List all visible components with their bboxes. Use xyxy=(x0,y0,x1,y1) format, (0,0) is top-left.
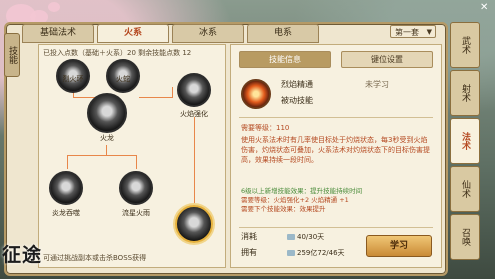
connector-line xyxy=(67,155,137,156)
skill-detail: 技能信息 键位设置 烈焰精通 被动技能 未学习 需要等级：110 使用火系法术时… xyxy=(230,44,442,268)
effect-line: 需要下个技能效果：效果提升 xyxy=(241,205,326,213)
skill-effects: 6级以上新增技能效果：提升技能持续时间 需要等级：火焰强化+2 火焰精通 +1 … xyxy=(241,187,436,214)
points-summary: 已投入点数（基础＋火系）20 剩余技能点数 12 xyxy=(43,49,192,57)
connector-line xyxy=(139,97,173,98)
cost-label: 消耗 xyxy=(241,232,257,241)
effect-line: 6级以上新增技能效果：提升技能持续时间 xyxy=(241,187,363,195)
side-tab-skills[interactable]: 技能 xyxy=(4,33,20,77)
owned-label: 拥有 xyxy=(241,248,257,257)
skill-icon xyxy=(241,79,271,109)
skill-tree: 已投入点数（基础＋火系）20 剩余技能点数 12 烈火环 火蛇 火焰强化 火龙 … xyxy=(38,44,226,268)
skill-node-meteor-rain[interactable] xyxy=(119,171,153,205)
connector-line xyxy=(106,145,107,155)
skill-node-dragon-devour[interactable] xyxy=(49,171,83,205)
skill-node-flame-mastery[interactable] xyxy=(175,205,213,243)
dropdown-value: 第一套 xyxy=(395,28,419,37)
skill-type: 被动技能 xyxy=(281,96,313,105)
right-category-rail: 武术 射术 法术 仙术 召唤 xyxy=(448,16,480,266)
cost-amount: 40/30天 xyxy=(297,233,325,241)
game-logo: 征途 xyxy=(2,244,43,266)
tab-magic[interactable]: 法术 xyxy=(450,118,480,164)
tab-skill-info[interactable]: 技能信息 xyxy=(239,51,331,68)
skill-node-fire-dragon[interactable] xyxy=(87,93,127,133)
divider xyxy=(239,227,433,228)
connector-line xyxy=(172,87,173,97)
required-level: 需要等级：110 xyxy=(241,124,290,132)
tab-thunder[interactable]: 电系 xyxy=(247,24,319,43)
tab-martial[interactable]: 武术 xyxy=(450,22,480,68)
skill-set-dropdown[interactable]: 第一套 ▼ xyxy=(390,25,436,38)
tab-fire[interactable]: 火系 xyxy=(97,24,169,43)
effect-line: 需要等级：火焰强化+2 火焰精通 +1 xyxy=(241,196,349,204)
school-tabs: 基础法术 火系 冰系 电系 xyxy=(22,24,322,43)
skill-node-label: 火蛇 xyxy=(116,75,130,83)
skill-name: 烈焰精通 xyxy=(281,80,313,89)
skill-node-label: 炎龙吞噬 xyxy=(52,209,80,217)
blossom-decoration xyxy=(48,2,60,12)
tab-ice[interactable]: 冰系 xyxy=(172,24,244,43)
tab-basic[interactable]: 基础法术 xyxy=(22,24,94,43)
owned-amount: 259亿72/46天 xyxy=(297,249,345,257)
silver-icon xyxy=(287,250,295,256)
connector-line xyxy=(67,155,68,169)
skill-status: 未学习 xyxy=(365,80,389,89)
divider xyxy=(239,117,433,118)
tab-summon[interactable]: 召唤 xyxy=(450,214,480,260)
tab-immortal[interactable]: 仙术 xyxy=(450,166,480,212)
cost-value: 40/30天 xyxy=(287,232,324,242)
skill-node-label: 烈火环 xyxy=(62,75,84,83)
skill-node-fire-enhance[interactable] xyxy=(177,73,211,107)
connector-line xyxy=(136,155,137,169)
close-icon[interactable]: ✕ xyxy=(480,2,488,13)
connector-line xyxy=(194,117,195,205)
tab-archery[interactable]: 射术 xyxy=(450,70,480,116)
chevron-down-icon: ▼ xyxy=(426,28,432,36)
skill-node-label: 流星火雨 xyxy=(122,209,150,217)
tab-key-binding[interactable]: 键位设置 xyxy=(341,51,433,68)
learn-button[interactable]: 学习 xyxy=(366,235,432,257)
skill-description: 使用火系法术时有几率使目标处于灼烧状态，每3秒受到火焰伤害，灼烧状态可叠加，火系… xyxy=(241,136,430,164)
silver-icon xyxy=(287,234,295,240)
skill-node-label: 火龙 xyxy=(100,134,114,142)
owned-value: 259亿72/46天 xyxy=(287,248,345,258)
unlock-hint: 可通过挑战副本或击杀BOSS获得 xyxy=(43,254,147,262)
